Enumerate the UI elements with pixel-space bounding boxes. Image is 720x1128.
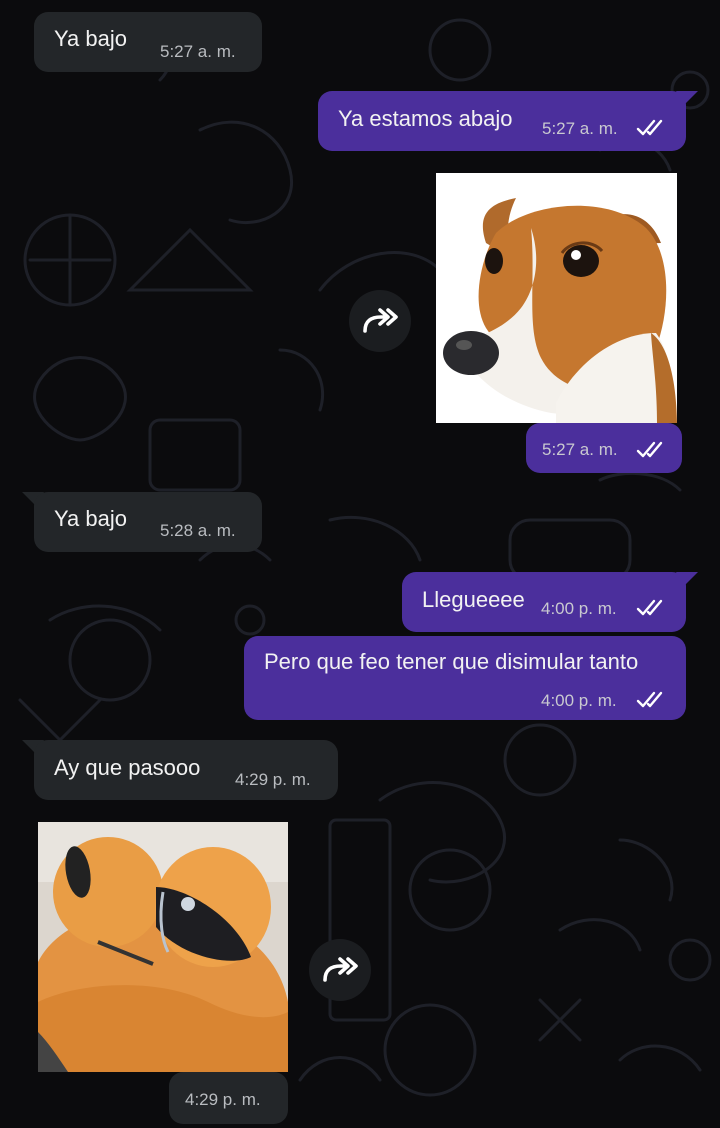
- double-check-icon: [636, 119, 663, 136]
- message-text: Ay que pasooo: [54, 755, 201, 780]
- double-check-icon: [636, 691, 663, 708]
- forward-button[interactable]: [309, 939, 371, 1001]
- message-text: Pero que feo tener que disimular tanto: [264, 649, 639, 674]
- message-time: 4:29 p. m.: [235, 770, 311, 789]
- message-time: 4:00 p. m.: [541, 599, 617, 618]
- message-bubble-incoming[interactable]: 4:29 p. m.: [169, 1072, 288, 1124]
- dog-photo[interactable]: [436, 173, 677, 423]
- message-time: 5:27 a. m.: [542, 119, 618, 138]
- forward-arrow-icon: [323, 957, 358, 982]
- message-bubble-incoming[interactable]: Ya bajo 5:28 a. m.: [34, 492, 262, 552]
- dog-illustration: [436, 173, 677, 423]
- orange-figure-photo[interactable]: [38, 822, 288, 1072]
- double-check-icon: [636, 441, 663, 458]
- forward-arrow-icon: [363, 308, 398, 333]
- message-time: 4:00 p. m.: [541, 691, 617, 710]
- message-bubble-outgoing[interactable]: 5:27 a. m.: [526, 423, 682, 473]
- message-text: Llegueeee: [422, 587, 525, 612]
- message-bubble-outgoing[interactable]: Pero que feo tener que disimular tanto 4…: [244, 636, 686, 720]
- bubble-tail: [676, 91, 698, 105]
- message-bubble-incoming[interactable]: Ay que pasooo 4:29 p. m.: [34, 740, 338, 800]
- bubble-tail: [676, 572, 698, 586]
- message-time: 5:28 a. m.: [160, 521, 236, 540]
- message-text: Ya bajo: [54, 506, 127, 531]
- message-text: Ya bajo: [54, 26, 127, 51]
- message-text: Ya estamos abajo: [338, 106, 513, 131]
- forward-button[interactable]: [349, 290, 411, 352]
- message-time: 5:27 a. m.: [542, 440, 618, 459]
- message-bubble-outgoing[interactable]: Llegueeee 4:00 p. m.: [402, 572, 686, 632]
- message-bubble-incoming[interactable]: Ya bajo 5:27 a. m.: [34, 12, 262, 72]
- orange-figure-illustration: [38, 822, 288, 1072]
- double-check-icon: [636, 599, 663, 616]
- message-time: 5:27 a. m.: [160, 42, 236, 61]
- message-bubble-outgoing[interactable]: Ya estamos abajo 5:27 a. m.: [318, 91, 686, 151]
- message-time: 4:29 p. m.: [185, 1090, 261, 1109]
